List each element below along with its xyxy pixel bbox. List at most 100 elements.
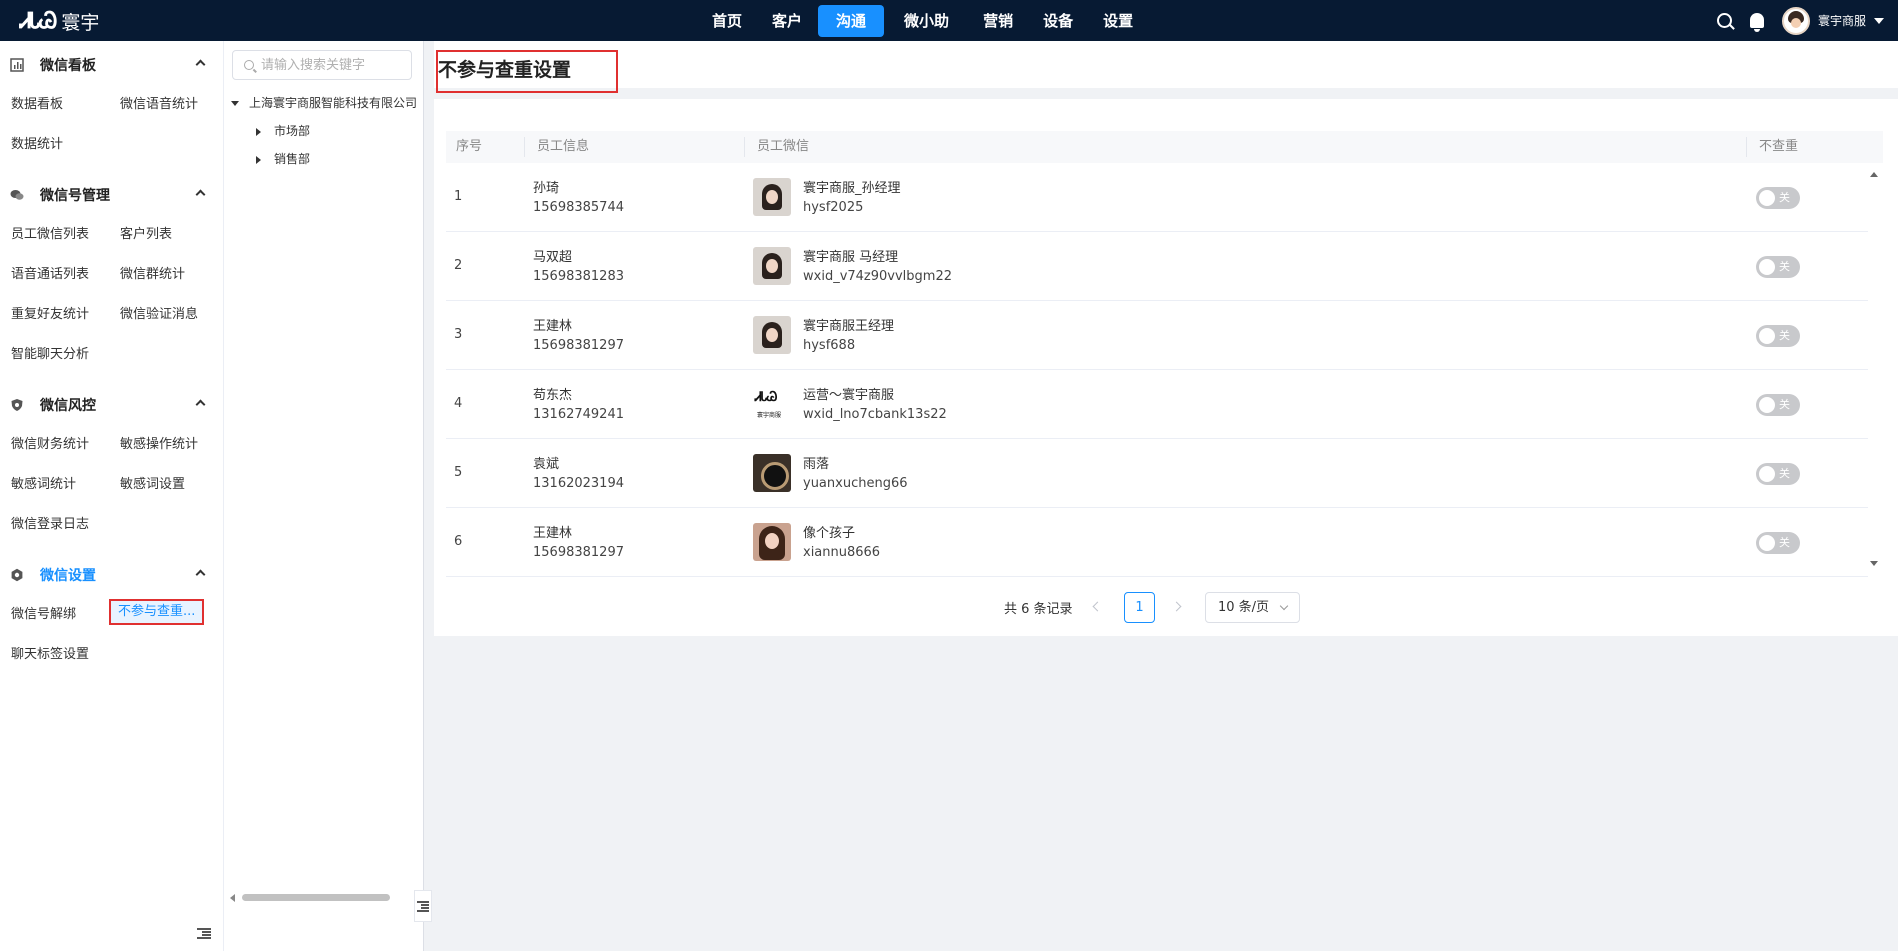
scrollbar-thumb[interactable] xyxy=(242,894,390,901)
user-menu[interactable]: 寰宇商服 xyxy=(1781,6,1884,35)
sidebar-group-wechat-settings[interactable]: 微信设置 xyxy=(0,560,224,590)
switch-knob xyxy=(1759,259,1775,275)
scroll-left-icon[interactable] xyxy=(230,894,235,902)
group-title: 微信看板 xyxy=(40,58,96,74)
nav-home[interactable]: 首页 xyxy=(702,5,752,37)
sidebar-item-customers[interactable]: 客户列表 xyxy=(120,222,172,248)
page-title: 不参与查重设置 xyxy=(436,50,618,93)
nav-communication[interactable]: 沟通 xyxy=(818,4,885,37)
page-header xyxy=(434,41,1898,88)
sidebar-item-sensitive-words-stats[interactable]: 敏感词统计 xyxy=(11,472,76,498)
staff-name: 王建林 xyxy=(533,319,573,334)
no-dedup-switch[interactable]: 关 xyxy=(1756,532,1800,554)
wechat-id: wxid_v74z90vvlbgm22 xyxy=(803,269,952,284)
logo-mark: ᏗᏓᏊ xyxy=(755,390,777,405)
col-header-index: 序号 xyxy=(456,131,483,163)
staff-phone: 15698381283 xyxy=(533,269,624,284)
sidebar-item-unbind[interactable]: 微信号解绑 xyxy=(11,602,76,628)
search-icon[interactable] xyxy=(1716,13,1732,28)
sidebar-group-account-manage[interactable]: 微信号管理 xyxy=(0,180,224,210)
nav-customer[interactable]: 客户 xyxy=(762,5,812,37)
bell-icon[interactable] xyxy=(1749,13,1764,32)
collapse-menu-icon[interactable] xyxy=(197,928,211,939)
col-header-staff: 员工信息 xyxy=(537,131,590,163)
org-tree-panel: 上海寰宇商服智能科技有限公司 市场部 销售部 xyxy=(224,41,424,951)
no-dedup-switch[interactable]: 关 xyxy=(1756,394,1800,416)
switch-knob xyxy=(1759,328,1775,344)
no-dedup-switch[interactable]: 关 xyxy=(1756,187,1800,209)
wechat-nickname: 寰宇商服王经理 xyxy=(803,319,895,334)
sidebar-item-group-stats[interactable]: 微信群统计 xyxy=(120,262,185,288)
tree-horizontal-scrollbar[interactable] xyxy=(230,892,420,904)
tree-search-input[interactable] xyxy=(261,55,406,75)
user-name: 寰宇商服 xyxy=(1817,14,1866,28)
wechat-nickname: 像个孩子 xyxy=(803,526,856,541)
chart-icon xyxy=(10,58,24,72)
scroll-down-icon[interactable] xyxy=(1870,561,1878,566)
nav-settings[interactable]: 设置 xyxy=(1093,5,1143,37)
staff-phone: 15698381297 xyxy=(533,545,624,560)
chevron-up-icon xyxy=(195,189,206,200)
nav-marketing[interactable]: 营销 xyxy=(973,5,1023,37)
switch-label: 关 xyxy=(1779,536,1790,549)
nav-assistant[interactable]: 微小助 xyxy=(894,5,959,37)
header-divider xyxy=(744,137,745,157)
row-divider xyxy=(446,507,1868,508)
page-size-select[interactable]: 10 条/页 xyxy=(1205,592,1300,623)
tree-node-label: 市场部 xyxy=(274,124,311,138)
wechat-avatar xyxy=(753,454,791,492)
no-dedup-switch[interactable]: 关 xyxy=(1756,325,1800,347)
sidebar-item-voice-stats[interactable]: 微信语音统计 xyxy=(120,92,198,118)
search-icon xyxy=(244,60,254,70)
expand-arrow-icon[interactable] xyxy=(256,127,261,136)
switch-label: 关 xyxy=(1779,260,1790,273)
row-index: 6 xyxy=(454,534,463,549)
col-header-no-dedup: 不查重 xyxy=(1759,131,1799,163)
collapse-tree-button[interactable] xyxy=(414,890,432,922)
wechat-nickname: 雨落 xyxy=(803,457,830,472)
tree-search xyxy=(232,50,412,80)
tree-node-market[interactable]: 市场部 xyxy=(256,121,310,141)
tree-node-sales[interactable]: 销售部 xyxy=(256,149,310,169)
sidebar-item-no-dedup[interactable]: 不参与查重... xyxy=(109,599,204,625)
logo-text: 寰宇商服 xyxy=(757,412,782,419)
group-title: 微信风控 xyxy=(40,398,96,414)
sidebar-item-data-board[interactable]: 数据看板 xyxy=(11,92,63,118)
row-index: 4 xyxy=(454,396,463,411)
no-dedup-switch[interactable]: 关 xyxy=(1756,463,1800,485)
expand-arrow-icon[interactable] xyxy=(256,155,261,164)
sidebar-item-chat-analysis[interactable]: 智能聊天分析 xyxy=(11,342,89,368)
tree-node-label: 上海寰宇商服智能科技有限公司 xyxy=(249,96,418,110)
wechat-id: yuanxucheng66 xyxy=(803,476,908,491)
tree-node-root[interactable]: 上海寰宇商服智能科技有限公司 xyxy=(231,93,417,113)
nav-devices[interactable]: 设备 xyxy=(1033,5,1083,37)
sidebar-item-sensitive-ops[interactable]: 敏感操作统计 xyxy=(120,432,198,458)
sidebar-item-login-log[interactable]: 微信登录日志 xyxy=(11,512,89,538)
sidebar-item-duplicate-friends[interactable]: 重复好友统计 xyxy=(11,302,89,328)
sidebar-item-sensitive-words-settings[interactable]: 敏感词设置 xyxy=(120,472,185,498)
sidebar-item-staff-wechat[interactable]: 员工微信列表 xyxy=(11,222,89,248)
row-index: 2 xyxy=(454,258,463,273)
sidebar-item-finance-stats[interactable]: 微信财务统计 xyxy=(11,432,89,458)
page-number-current[interactable]: 1 xyxy=(1124,592,1155,623)
sidebar-group-risk-control[interactable]: 微信风控 xyxy=(0,390,224,420)
scroll-up-icon[interactable] xyxy=(1870,172,1878,177)
gear-icon xyxy=(11,568,23,582)
chevron-up-icon xyxy=(195,59,206,70)
sidebar-item-verify-messages[interactable]: 微信验证消息 xyxy=(120,302,198,328)
group-title: 微信设置 xyxy=(40,568,96,584)
sidebar-item-chat-tags[interactable]: 聊天标签设置 xyxy=(11,642,89,668)
staff-name: 马双超 xyxy=(533,250,573,265)
sidebar-group-wechat-board[interactable]: 微信看板 xyxy=(0,50,224,80)
row-divider xyxy=(446,438,1868,439)
expand-arrow-icon[interactable] xyxy=(231,101,239,106)
chevron-up-icon xyxy=(195,569,206,580)
shield-icon xyxy=(11,399,23,411)
row-index: 3 xyxy=(454,327,463,342)
row-index: 1 xyxy=(454,189,463,204)
brand-logo[interactable]: ᏗᏓᏊ 寰宇 xyxy=(20,7,99,35)
sidebar-item-voice-calls[interactable]: 语音通话列表 xyxy=(11,262,89,288)
sidebar-item-data-stats[interactable]: 数据统计 xyxy=(11,132,63,158)
group-title: 微信号管理 xyxy=(40,188,110,204)
no-dedup-switch[interactable]: 关 xyxy=(1756,256,1800,278)
